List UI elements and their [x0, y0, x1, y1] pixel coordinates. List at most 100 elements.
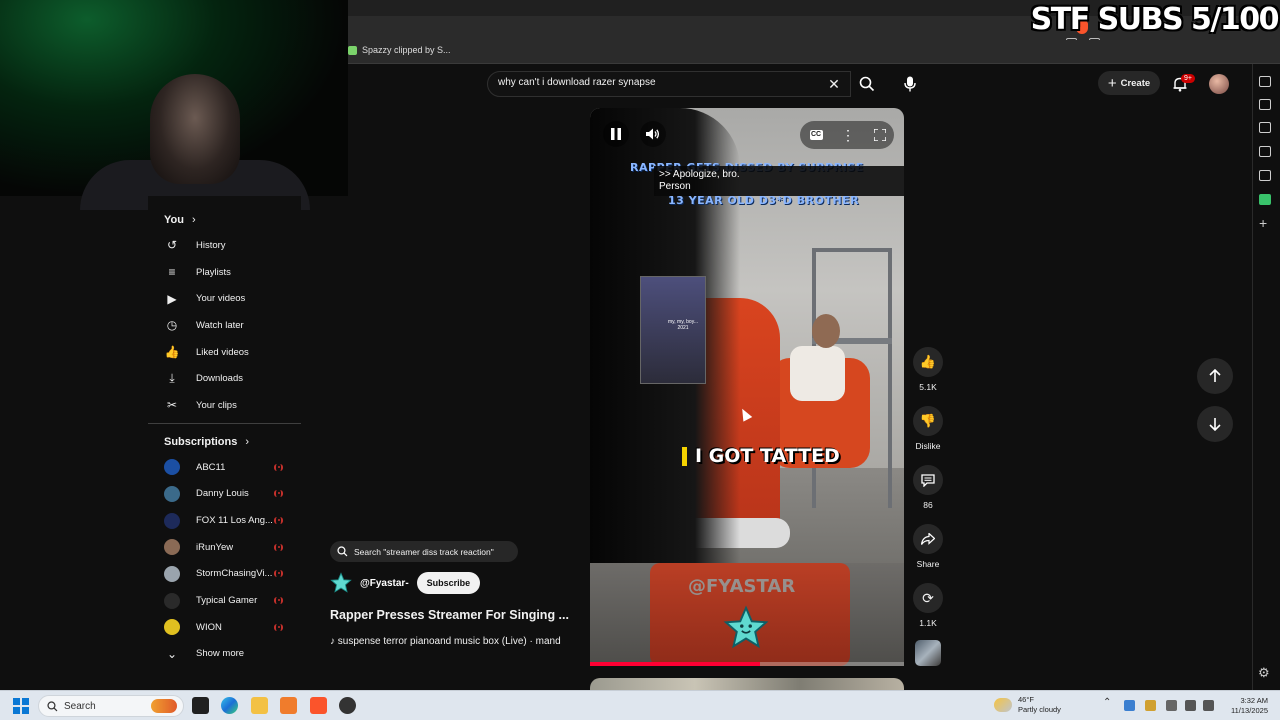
sidebar-subscription-item[interactable]: ABC11 — [148, 454, 301, 481]
closed-captions-icon: CC — [809, 130, 823, 140]
bookmark-item[interactable]: Spazzy clipped by S... — [348, 45, 451, 55]
caption-line: Person — [659, 181, 691, 192]
comments-action: 86 — [910, 465, 946, 510]
subscription-name: WION — [196, 621, 222, 633]
more-options-button[interactable]: ⋮ — [835, 122, 861, 148]
sidebar-reading-list-icon[interactable] — [1259, 146, 1271, 157]
sidebar-item-your-clips[interactable]: ✂ Your clips — [148, 392, 301, 419]
channel-avatar — [164, 592, 180, 609]
short-music-line[interactable]: ♪ suspense terror pianoand music box (Li… — [330, 636, 561, 647]
like-button[interactable]: 👍 — [913, 347, 943, 377]
channel-avatar — [164, 539, 180, 556]
channel-avatar — [164, 512, 180, 529]
tray-microphone-icon[interactable] — [1166, 700, 1177, 711]
sidebar-item-watch-later[interactable]: ◷ Watch later — [148, 312, 301, 339]
sidebar-item-label: Your videos — [196, 293, 246, 305]
edge-browser-icon[interactable] — [221, 697, 238, 714]
subscriptions-title: Subscriptions — [164, 435, 238, 448]
remix-action: ⟳ 1.1K — [910, 583, 946, 628]
like-count: 5.1K — [919, 382, 937, 392]
sidebar-subscription-item[interactable]: FOX 11 Los Ang... — [148, 507, 301, 534]
voice-search-button[interactable] — [897, 71, 923, 97]
related-search-chip[interactable]: Search "streamer diss track reaction" — [330, 541, 518, 562]
live-indicator-icon — [274, 570, 283, 578]
sound-thumbnail[interactable] — [915, 640, 941, 666]
comment-icon — [921, 473, 935, 487]
account-avatar[interactable] — [1209, 74, 1229, 94]
remix-button[interactable]: ⟳ — [913, 583, 943, 613]
show-more-button[interactable]: ⌄ Show more — [148, 641, 301, 668]
live-indicator-icon — [274, 623, 283, 631]
taskbar-search[interactable]: Search — [38, 695, 184, 717]
sidebar-bookmark-icon[interactable] — [1259, 76, 1271, 87]
clock-date: 11/13/2025 — [1231, 706, 1268, 715]
windows-taskbar: Search 46°F Partly cloudy ⌃ 3:32 AM 11/1… — [0, 690, 1280, 720]
next-short-preview[interactable] — [590, 678, 904, 690]
windows-start-icon[interactable] — [13, 698, 29, 714]
tray-app-icon[interactable] — [1124, 700, 1135, 711]
sidebar-media-icon[interactable] — [1259, 99, 1271, 110]
brave-browser-icon[interactable] — [310, 697, 327, 714]
sidebar-item-playlists[interactable]: ≡ Playlists — [148, 259, 301, 286]
fullscreen-icon — [874, 129, 886, 141]
sidebar-item-your-videos[interactable]: ▶ Your videos — [148, 285, 301, 312]
tray-app-icon[interactable] — [1145, 700, 1156, 711]
search-icon — [859, 76, 875, 92]
subscriptions-section-header[interactable]: Subscriptions › — [148, 430, 301, 454]
captions-button[interactable]: CC — [803, 122, 829, 148]
channel-name[interactable]: @Fyastar- — [360, 578, 409, 589]
subscribe-button[interactable]: Subscribe — [416, 572, 481, 594]
sidebar-add-icon[interactable]: + — [1259, 215, 1267, 231]
next-short-button[interactable] — [1197, 406, 1233, 442]
sidebar-subscription-item[interactable]: Danny Louis — [148, 481, 301, 508]
video-progress-bar[interactable] — [590, 662, 904, 666]
volume-button[interactable] — [640, 121, 666, 147]
video-progress-fill — [590, 662, 760, 666]
sidebar-item-liked-videos[interactable]: 👍 Liked videos — [148, 339, 301, 366]
tray-volume-icon[interactable] — [1203, 700, 1214, 711]
taskbar-clock[interactable]: 3:32 AM 11/13/2025 — [1222, 696, 1268, 716]
share-button[interactable] — [913, 524, 943, 554]
file-explorer-icon[interactable] — [251, 697, 268, 714]
sidebar-subscription-item[interactable]: StormChasingVi... — [148, 561, 301, 588]
comments-button[interactable] — [913, 465, 943, 495]
search-input[interactable] — [498, 77, 818, 88]
partly-cloudy-icon — [994, 698, 1012, 712]
sidebar-wallet-icon[interactable] — [1259, 122, 1271, 133]
tray-chevron-up-icon[interactable]: ⌃ — [1103, 697, 1114, 708]
channel-row: @Fyastar- Subscribe — [330, 572, 481, 594]
task-view-icon[interactable] — [192, 697, 209, 714]
obs-studio-icon[interactable] — [339, 697, 356, 714]
your-videos-icon: ▶ — [167, 291, 177, 306]
sidebar-subscription-item[interactable]: iRunYew — [148, 534, 301, 561]
sidebar-item-downloads[interactable]: ⤓ Downloads — [148, 365, 301, 392]
search-highlight-icon — [151, 699, 177, 713]
show-more-label: Show more — [196, 648, 245, 660]
short-title[interactable]: Rapper Presses Streamer For Singing ... — [330, 608, 569, 622]
thumbs-up-icon: 👍 — [919, 354, 937, 369]
sidebar-settings-gear-icon[interactable]: ⚙ — [1258, 665, 1270, 681]
channel-avatar — [164, 485, 180, 502]
search-icon — [337, 546, 348, 557]
sidebar-item-history[interactable]: ↺ History — [148, 232, 301, 259]
pause-button[interactable] — [603, 121, 629, 147]
create-button[interactable]: + Create — [1098, 71, 1160, 95]
previous-short-button[interactable] — [1197, 358, 1233, 394]
sidebar-kick-icon[interactable] — [1259, 194, 1271, 205]
weather-widget[interactable]: 46°F Partly cloudy — [994, 695, 1061, 715]
search-box[interactable] — [487, 71, 851, 97]
sidebar-history-icon[interactable] — [1259, 170, 1271, 181]
shorts-player[interactable]: RAPPER GETS DISSED BY SURPRISE >> Apolog… — [590, 108, 904, 666]
fullscreen-button[interactable] — [867, 122, 893, 148]
sidebar-subscription-item[interactable]: Typical Gamer — [148, 587, 301, 614]
you-section-header[interactable]: You › — [148, 208, 301, 232]
inset-photo-text: my, my, boy... 2021 — [667, 319, 698, 331]
dislike-button[interactable]: 👎 — [913, 406, 943, 436]
clear-search-button[interactable]: ✕ — [826, 76, 842, 92]
search-button[interactable] — [852, 71, 882, 97]
browser-side-panel — [1252, 64, 1280, 690]
sidebar-subscription-item[interactable]: WION — [148, 614, 301, 641]
tray-network-icon[interactable] — [1185, 700, 1196, 711]
app-a-icon[interactable] — [280, 697, 297, 714]
channel-avatar-star-icon[interactable] — [330, 572, 352, 594]
